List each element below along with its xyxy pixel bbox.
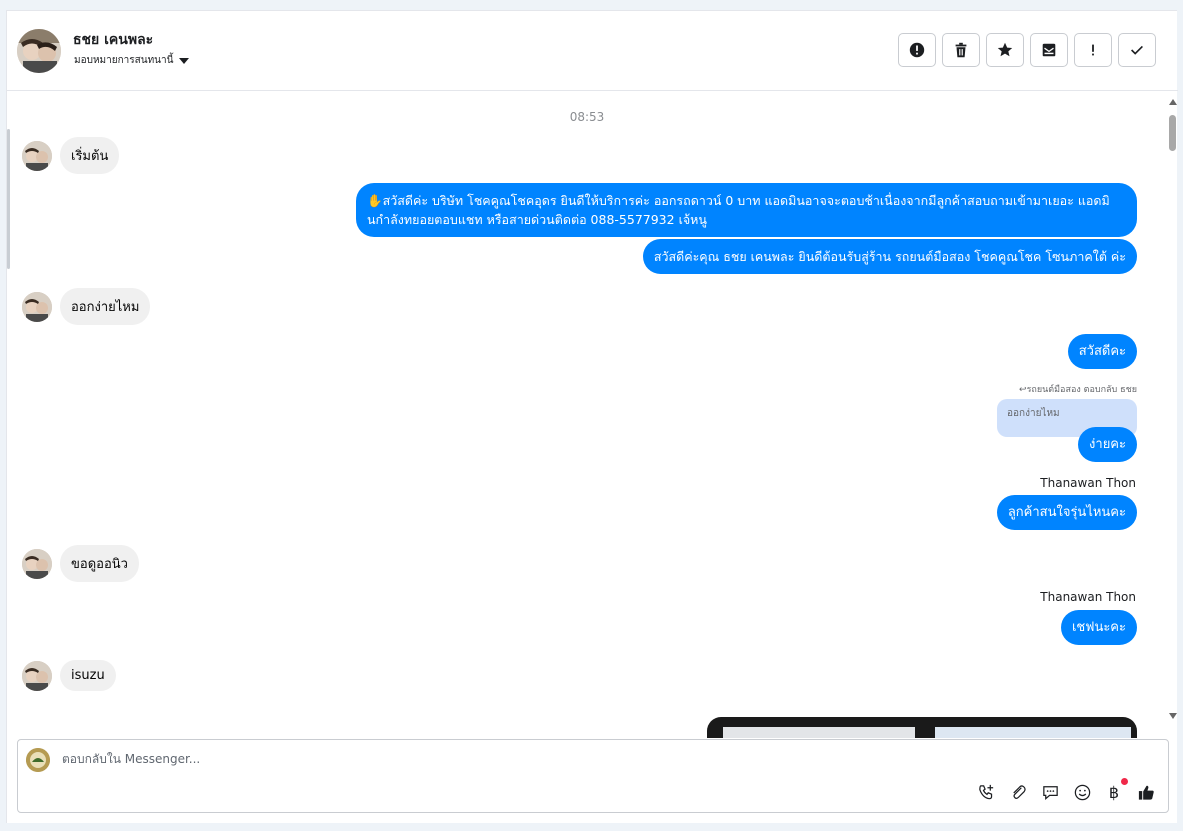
smiley-icon: [1074, 784, 1090, 800]
message-thread[interactable]: 08:53 เริ่มต้น ✋สวัสดีค่ะ บริษัท โชคคูณโ…: [7, 92, 1167, 738]
trash-icon: [955, 42, 967, 58]
star-button[interactable]: [986, 33, 1024, 67]
mark-important-button[interactable]: [1074, 33, 1112, 67]
message-bubble-incoming[interactable]: ออกง่ายไหม: [60, 288, 151, 325]
message-bubble-outgoing[interactable]: เชฟนะคะ: [1060, 610, 1137, 645]
message-row-outgoing: ✋สวัสดีค่ะ บริษัท โชคคูณโชคอุดร ยินดีให้…: [356, 183, 1137, 237]
mark-unread-button[interactable]: [1030, 33, 1068, 67]
assign-label: มอบหมายการสนทนานี้: [74, 55, 174, 66]
attachment-image[interactable]: [935, 727, 1131, 738]
message-row-incoming: เริ่มต้น: [22, 137, 120, 174]
mark-done-button[interactable]: [1118, 33, 1156, 67]
thread-timestamp: 08:53: [569, 110, 605, 124]
paperclip-icon: [1012, 784, 1026, 799]
message-row-outgoing: ง่ายคะ: [1078, 427, 1137, 462]
thumbs-up-icon: [1138, 785, 1154, 800]
contact-avatar-small[interactable]: [22, 548, 52, 579]
star-icon: [997, 42, 1013, 57]
message-bubble-incoming[interactable]: isuzu: [60, 660, 116, 691]
phone-plus-icon: [978, 784, 993, 799]
message-bubble-outgoing[interactable]: ลูกค้าสนใจรุ่นไหนคะ: [996, 495, 1137, 530]
thread-scrollbar[interactable]: [1167, 97, 1178, 727]
message-composer: ฿: [17, 739, 1169, 813]
notification-dot: [1121, 778, 1128, 785]
delete-button[interactable]: [942, 33, 980, 67]
baht-icon: ฿: [1108, 782, 1120, 802]
message-row-outgoing: เชฟนะคะ: [1060, 610, 1137, 645]
message-row-outgoing: สวัสดีคะ: [1067, 334, 1137, 369]
message-row-outgoing: ลูกค้าสนใจรุ่นไหนคะ: [996, 495, 1137, 530]
message-bubble-incoming[interactable]: ขอดูออนิว: [60, 545, 139, 582]
assign-conversation-dropdown[interactable]: มอบหมายการสนทนานี้: [74, 53, 190, 68]
message-bubble-outgoing[interactable]: สวัสดีค่ะคุณ ธชย เคนพละ ยินดีต้อนรับสู่ร…: [642, 239, 1137, 274]
payment-button[interactable]: ฿: [1104, 778, 1128, 802]
contact-avatar[interactable]: [17, 29, 61, 73]
scroll-up-arrow-icon[interactable]: [1169, 99, 1177, 105]
contact-avatar-small[interactable]: [22, 140, 52, 171]
call-button[interactable]: [976, 782, 996, 802]
scroll-down-arrow-icon[interactable]: [1169, 713, 1177, 719]
exclamation-circle-icon: [909, 42, 925, 58]
message-row-incoming: ออกง่ายไหม: [22, 288, 151, 325]
attach-button[interactable]: [1008, 782, 1028, 802]
message-bubble-outgoing[interactable]: ✋สวัสดีค่ะ บริษัท โชคคูณโชคอุดร ยินดีให้…: [356, 183, 1137, 237]
message-bubble-incoming[interactable]: เริ่มต้น: [60, 137, 120, 174]
reply-input[interactable]: [62, 752, 962, 766]
sender-name: Thanawan Thon: [1040, 476, 1136, 490]
attachment-image[interactable]: [723, 727, 915, 738]
caret-down-icon: [179, 57, 190, 64]
message-row-incoming: isuzu: [22, 660, 116, 691]
message-row-outgoing: สวัสดีค่ะคุณ ธชย เคนพละ ยินดีต้อนรับสู่ร…: [642, 239, 1137, 274]
chat-bubble-icon: [1042, 785, 1058, 800]
emoji-button[interactable]: [1072, 782, 1092, 802]
inbox-window: ธชย เคนพละ มอบหมายการสนทนานี้ 08:53 เริ่…: [6, 10, 1178, 823]
sender-name: Thanawan Thon: [1040, 590, 1136, 604]
saved-replies-button[interactable]: [1040, 782, 1060, 802]
message-bubble-outgoing[interactable]: สวัสดีคะ: [1067, 334, 1137, 369]
message-bubble-outgoing[interactable]: ง่ายคะ: [1078, 427, 1137, 462]
exclamation-icon: [1092, 44, 1094, 56]
checkmark-icon: [1131, 45, 1143, 55]
reply-context-label: ↩รถยนต์มือสอง ตอบกลับ ธชย: [1019, 385, 1137, 395]
envelope-icon: [1042, 43, 1056, 57]
message-row-incoming: ขอดูออนิว: [22, 545, 139, 582]
contact-avatar-small[interactable]: [22, 660, 52, 691]
page-avatar: [26, 748, 50, 772]
composer-tools: ฿: [976, 778, 1156, 802]
contact-name[interactable]: ธชย เคนพละ: [73, 29, 153, 51]
mark-spam-button[interactable]: [898, 33, 936, 67]
conversation-header: ธชย เคนพละ มอบหมายการสนทนานี้: [7, 11, 1178, 91]
scroll-thumb[interactable]: [1169, 115, 1176, 151]
like-button[interactable]: [1136, 782, 1156, 802]
contact-avatar-small[interactable]: [22, 291, 52, 322]
image-attachment[interactable]: [707, 717, 1137, 738]
header-actions: [898, 33, 1156, 67]
